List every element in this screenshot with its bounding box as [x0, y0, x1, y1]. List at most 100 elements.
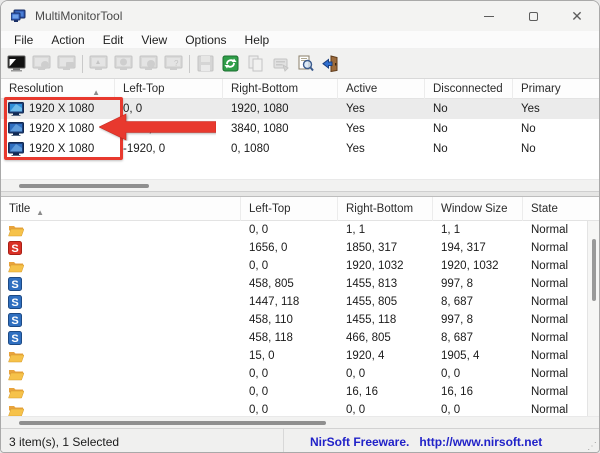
monitor-preview-button[interactable]	[4, 52, 29, 76]
refresh-button[interactable]	[218, 52, 243, 76]
svg-text:S: S	[11, 297, 18, 309]
refresh-icon	[222, 55, 239, 72]
svg-text:S: S	[11, 315, 18, 327]
window-row[interactable]: 0, 0 0, 0 0, 0 Normal	[1, 365, 599, 383]
menu-view[interactable]: View	[132, 31, 176, 49]
left-top-value: 0, 0	[241, 224, 338, 236]
left-top-value: 1447, 118	[241, 296, 338, 308]
disconnected-value: No	[425, 143, 513, 155]
column-header-primary[interactable]: Primary	[513, 79, 599, 99]
column-header-state[interactable]: State	[523, 197, 571, 221]
toolbar-separator	[189, 55, 190, 73]
monitor-disable-button	[29, 52, 54, 76]
primary-value: No	[513, 143, 599, 155]
state-value: Normal	[523, 314, 571, 326]
state-value: Normal	[523, 350, 571, 362]
scrollbar-thumb[interactable]	[592, 239, 596, 301]
window-row[interactable]: S 458, 805 1455, 813 997, 8 Normal	[1, 275, 599, 293]
folder-icon	[8, 224, 24, 237]
right-bottom-value: 0, 1080	[223, 143, 338, 155]
monitor-next-button	[136, 52, 161, 76]
scrollbar-thumb[interactable]	[19, 184, 149, 188]
window-row[interactable]: S 1656, 0 1850, 317 194, 317 Normal	[1, 239, 599, 257]
minimize-icon	[484, 16, 494, 17]
window-row[interactable]: 0, 0 16, 16 16, 16 Normal	[1, 383, 599, 401]
title-bar: MultiMonitorTool ✕	[1, 1, 599, 31]
status-bar: 3 item(s), 1 Selected NirSoft Freeware. …	[1, 428, 599, 453]
maximize-button[interactable]	[511, 1, 555, 31]
window-row[interactable]: 0, 0 1, 1 1, 1 Normal	[1, 221, 599, 239]
copy-button	[243, 52, 268, 76]
left-top-value: 0, 0	[241, 404, 338, 416]
menu-help[interactable]: Help	[236, 31, 279, 49]
scrollbar-thumb[interactable]	[19, 421, 326, 425]
monitor-primary-button	[86, 52, 111, 76]
monitor-move-window-icon	[114, 55, 133, 72]
column-header-active[interactable]: Active	[338, 79, 425, 99]
column-header-right-bottom[interactable]: Right-Bottom	[338, 197, 433, 221]
exit-button[interactable]	[318, 52, 343, 76]
column-header-window-size[interactable]: Window Size	[433, 197, 523, 221]
window-row[interactable]: S 1447, 118 1455, 805 8, 687 Normal	[1, 293, 599, 311]
menu-action[interactable]: Action	[42, 31, 93, 49]
close-icon: ✕	[571, 9, 583, 23]
menu-edit[interactable]: Edit	[94, 31, 133, 49]
window-row[interactable]: 0, 0 0, 0 0, 0 Normal	[1, 401, 599, 416]
toolbar: ?	[1, 49, 599, 79]
app-s-blue-icon: S	[8, 331, 22, 345]
state-value: Normal	[523, 332, 571, 344]
column-header-disconnected[interactable]: Disconnected	[425, 79, 513, 99]
svg-text:?: ?	[174, 59, 179, 68]
menu-options[interactable]: Options	[176, 31, 235, 49]
window-title: MultiMonitorTool	[35, 9, 122, 23]
left-top-value: 0, 0	[241, 260, 338, 272]
windows-horizontal-scrollbar[interactable]	[1, 416, 599, 428]
left-top-value: 0, 0	[241, 368, 338, 380]
windows-table: Title ▲ Left-Top Right-Bottom Window Siz…	[1, 197, 599, 428]
state-value: Normal	[523, 368, 571, 380]
find-button[interactable]	[293, 52, 318, 76]
window-row[interactable]: S 458, 110 1455, 118 997, 8 Normal	[1, 311, 599, 329]
svg-text:S: S	[11, 333, 18, 345]
svg-text:S: S	[11, 243, 18, 255]
maximize-icon	[529, 12, 538, 21]
primary-value: Yes	[513, 103, 599, 115]
column-header-resolution[interactable]: Resolution ▲	[1, 79, 115, 99]
monitors-horizontal-scrollbar[interactable]	[1, 179, 599, 191]
column-header-left-top[interactable]: Left-Top	[241, 197, 338, 221]
window-size-value: 997, 8	[433, 278, 523, 290]
disconnected-value: No	[425, 123, 513, 135]
resize-grip[interactable]: ⋰	[587, 441, 596, 452]
folder-icon	[8, 368, 24, 381]
freeware-label: NirSoft Freeware.	[310, 435, 409, 449]
right-bottom-value: 1455, 805	[338, 296, 433, 308]
monitor-move-window-button	[111, 52, 136, 76]
right-bottom-value: 1920, 1032	[338, 260, 433, 272]
column-header-left-top[interactable]: Left-Top	[115, 79, 223, 99]
app-s-blue-icon: S	[8, 295, 22, 309]
nirsoft-url-link[interactable]: http://www.nirsoft.net	[419, 435, 542, 449]
windows-vertical-scrollbar[interactable]	[587, 221, 599, 416]
app-s-blue-icon: S	[8, 313, 22, 327]
find-icon	[297, 55, 314, 72]
active-value: Yes	[338, 143, 425, 155]
app-icon	[11, 9, 26, 23]
right-bottom-value: 16, 16	[338, 386, 433, 398]
minimize-button[interactable]	[467, 1, 511, 31]
monitor-primary-icon	[89, 55, 108, 72]
active-value: Yes	[338, 103, 425, 115]
menu-file[interactable]: File	[5, 31, 42, 49]
multimonitortool-window: MultiMonitorTool ✕ File Action Edit View…	[0, 0, 600, 453]
right-bottom-value: 1455, 813	[338, 278, 433, 290]
column-header-right-bottom[interactable]: Right-Bottom	[223, 79, 338, 99]
close-button[interactable]: ✕	[555, 1, 599, 31]
monitors-table-header: Resolution ▲ Left-Top Right-Bottom Activ…	[1, 79, 599, 99]
window-size-value: 1, 1	[433, 224, 523, 236]
window-row[interactable]: 0, 0 1920, 1032 1920, 1032 Normal	[1, 257, 599, 275]
primary-value: No	[513, 123, 599, 135]
column-header-title[interactable]: Title ▲	[1, 197, 241, 221]
right-bottom-value: 0, 0	[338, 368, 433, 380]
left-top-value: 458, 118	[241, 332, 338, 344]
window-row[interactable]: 15, 0 1920, 4 1905, 4 Normal	[1, 347, 599, 365]
window-row[interactable]: S 458, 118 466, 805 8, 687 Normal	[1, 329, 599, 347]
